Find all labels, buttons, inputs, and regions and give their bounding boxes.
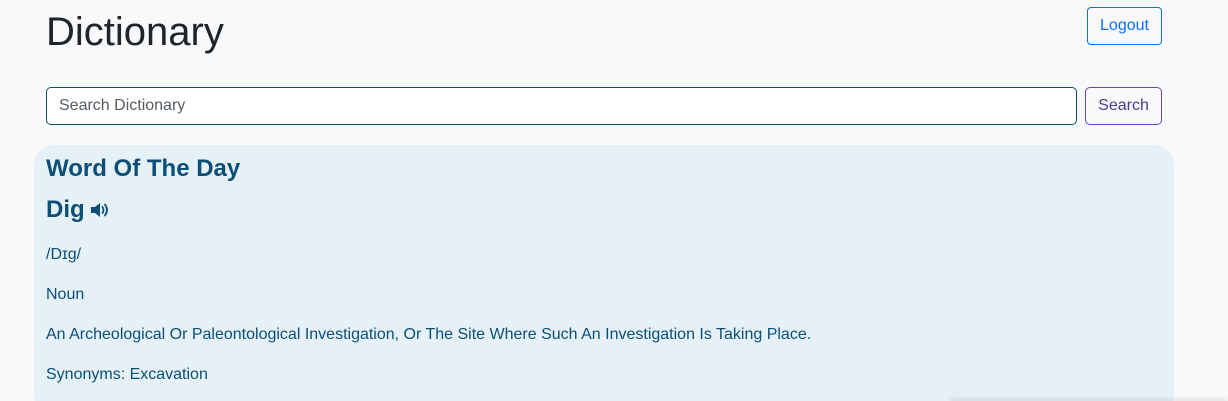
page: Dictionary Logout Search Word Of The Day… (0, 0, 1228, 401)
search-button[interactable]: Search (1085, 87, 1162, 125)
word-row: Dig (46, 196, 111, 224)
shadow-divider (950, 396, 1228, 401)
word-of-the-day-card: Word Of The Day Dig /Dɪg/ Noun An Archeo… (34, 145, 1174, 401)
search-input[interactable] (46, 87, 1077, 125)
page-title: Dictionary (46, 10, 224, 54)
word-title: Dig (46, 196, 85, 223)
logout-button[interactable]: Logout (1087, 7, 1162, 45)
synonyms-text: Synonyms: Excavation (46, 366, 208, 383)
speaker-icon[interactable] (89, 201, 111, 219)
definition-text: An Archeological Or Paleontological Inve… (46, 326, 812, 343)
word-of-the-day-heading: Word Of The Day (46, 155, 241, 182)
phonetic-text: /Dɪg/ (46, 246, 82, 263)
part-of-speech: Noun (46, 286, 85, 303)
